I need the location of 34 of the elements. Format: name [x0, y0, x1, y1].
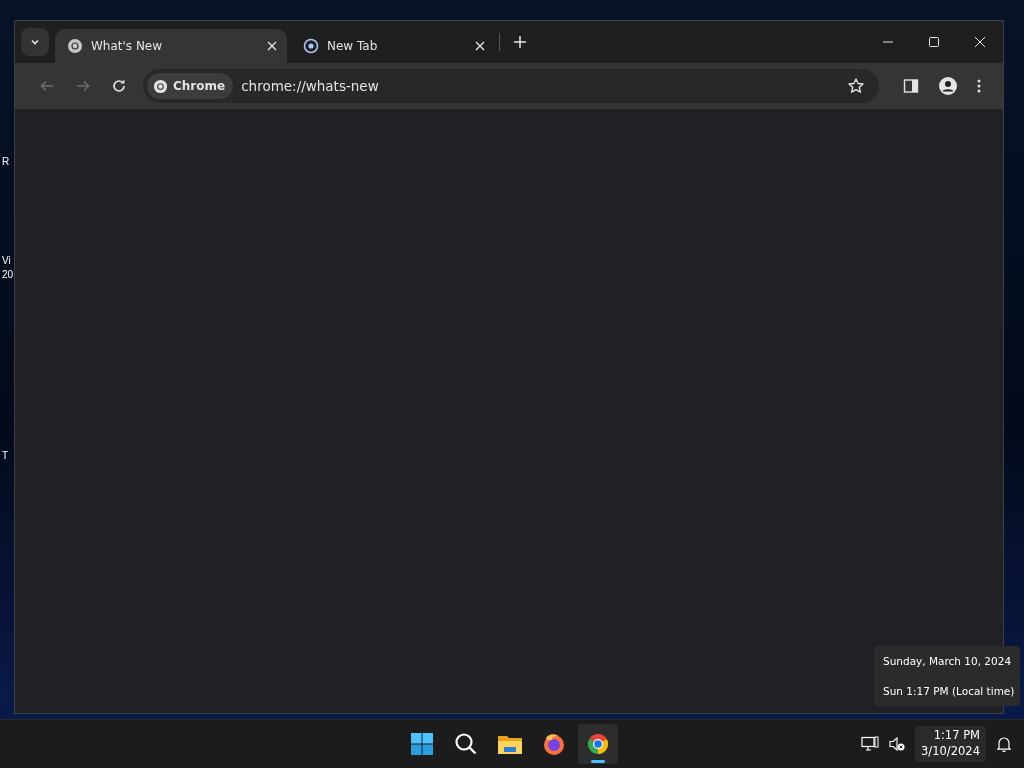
close-icon[interactable]: [974, 36, 986, 48]
close-icon[interactable]: [267, 41, 277, 51]
chrome-logo-icon: [586, 732, 610, 756]
menu-icon[interactable]: [977, 78, 981, 94]
network-icon[interactable]: [861, 736, 880, 752]
bell-icon[interactable]: [996, 736, 1012, 752]
folder-icon: [497, 733, 523, 755]
search-icon: [454, 732, 478, 756]
browser-tab[interactable]: What's New: [55, 29, 287, 63]
site-chip[interactable]: Chrome: [147, 73, 234, 99]
reload-icon[interactable]: [111, 78, 127, 94]
chrome-logo-icon: [303, 38, 319, 54]
profile-icon[interactable]: [939, 77, 957, 95]
side-panel-icon[interactable]: [903, 78, 919, 94]
new-tab-icon[interactable]: [514, 36, 526, 48]
tooltip-text: Sunday, March 10, 2024: [883, 655, 1013, 667]
url-text: chrome://whats-new: [241, 78, 379, 94]
browser-tab[interactable]: New Tab: [291, 29, 495, 63]
address-bar[interactable]: Chrome chrome://whats-new: [143, 69, 879, 103]
desktop-icon-label: T: [2, 450, 9, 461]
firefox-icon: [542, 732, 566, 756]
tooltip-text: Sun 1:17 PM (Local time): [883, 685, 1016, 697]
desktop-icon-label: 20: [2, 269, 14, 280]
star-icon[interactable]: [847, 77, 865, 95]
chrome-logo-icon: [153, 78, 168, 94]
taskbar-app-button[interactable]: [578, 724, 618, 764]
speaker-muted-icon[interactable]: [889, 736, 906, 752]
maximize-icon[interactable]: [928, 36, 940, 48]
windows-logo-icon: [410, 732, 434, 756]
close-icon[interactable]: [475, 41, 485, 51]
desktop-icon-label: Vi: [2, 255, 11, 266]
chrome-logo-icon: [67, 38, 83, 54]
clock[interactable]: 1:17 PM 3/10/2024: [915, 726, 986, 762]
desktop-icon-label: R: [2, 156, 10, 167]
